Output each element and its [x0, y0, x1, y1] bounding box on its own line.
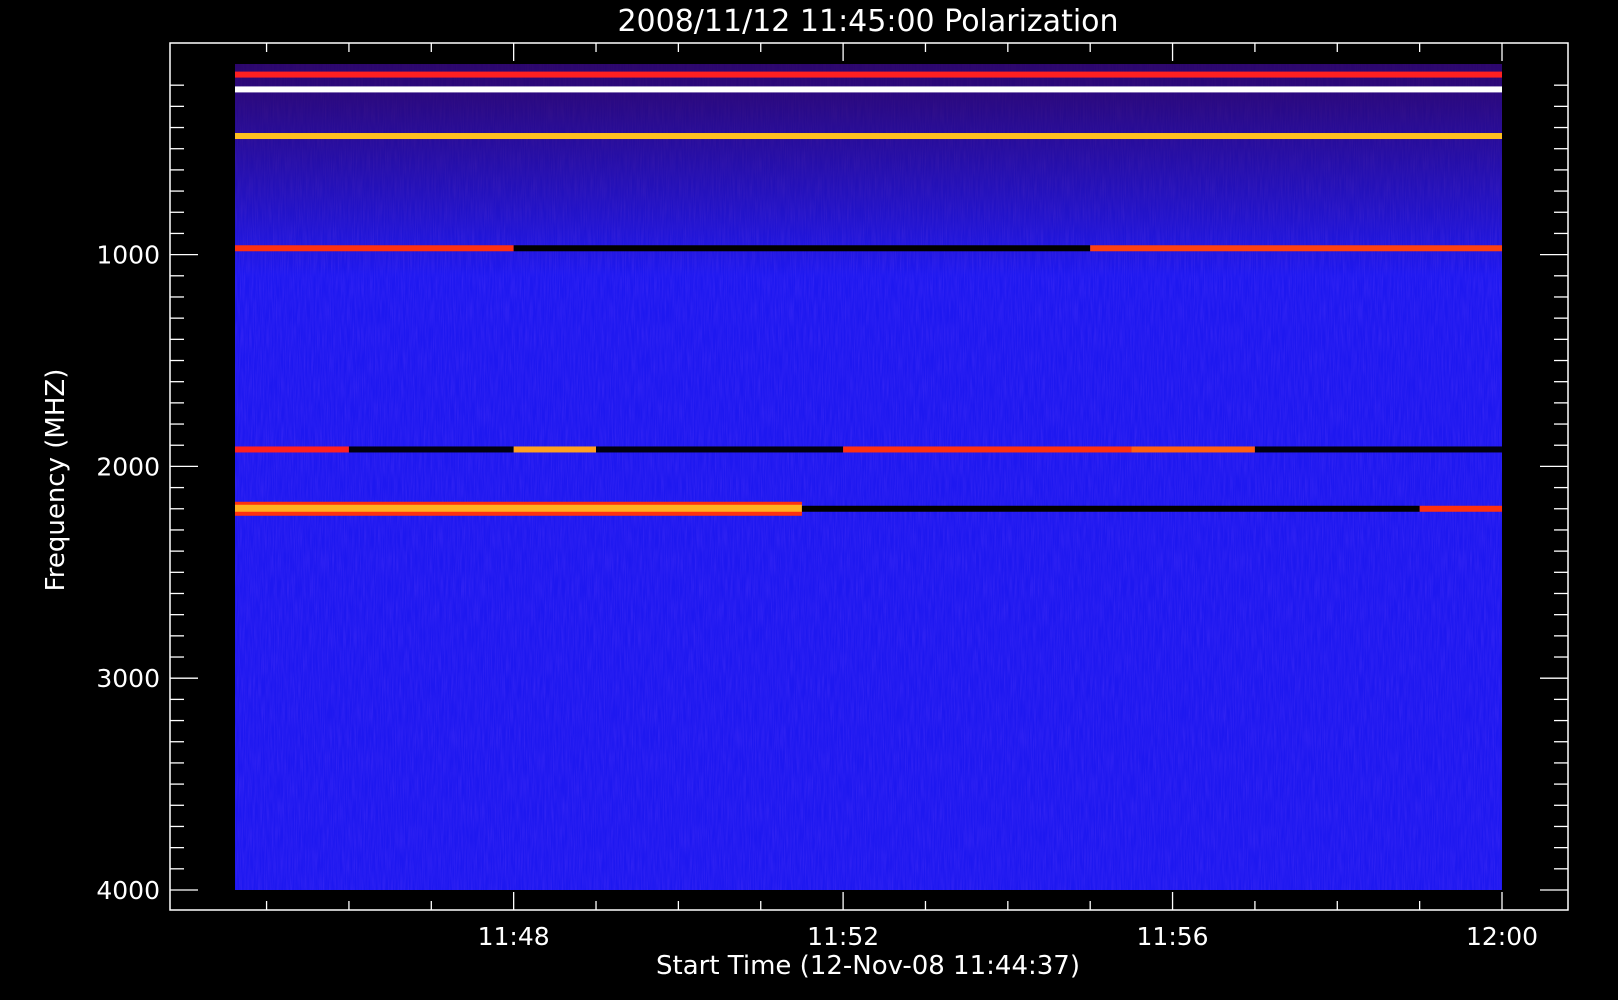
band-segment	[235, 71, 1502, 78]
band-segment	[843, 446, 1132, 453]
spectrogram-figure: 2008/11/12 11:45:00 Polarization 11:48 11…	[0, 0, 1618, 1000]
y-tick-label: 1000	[96, 241, 160, 270]
band-segment	[235, 245, 514, 252]
x-tick-label: 12:00	[1466, 922, 1538, 951]
low-frequency-noise	[235, 64, 1502, 276]
band-segment	[1090, 245, 1502, 252]
x-axis-label: Start Time (12-Nov-08 11:44:37)	[656, 951, 1080, 981]
y-tick-label: 2000	[96, 452, 160, 481]
band-segment	[801, 505, 1420, 512]
y-axis-label: Frequency (MHZ)	[41, 369, 71, 592]
band-segment	[596, 446, 844, 453]
spectrogram-image	[235, 64, 1502, 890]
y-tick-label: 3000	[96, 664, 160, 693]
band-segment	[1254, 446, 1502, 453]
x-tick-label: 11:56	[1137, 922, 1209, 951]
x-tick-label: 11:48	[478, 922, 550, 951]
band-segment	[1419, 505, 1502, 512]
band-segment	[1131, 446, 1255, 453]
chart-title: 2008/11/12 11:45:00 Polarization	[617, 4, 1118, 39]
x-tick-label: 11:52	[807, 922, 879, 951]
band-segment	[235, 446, 349, 453]
band-segment	[513, 245, 1091, 252]
y-tick-label: 4000	[96, 876, 160, 905]
band-segment	[235, 133, 1502, 140]
band-segment	[235, 86, 1502, 93]
band-segment	[513, 446, 597, 453]
band-segment	[235, 504, 802, 512]
band-segment	[348, 446, 514, 453]
